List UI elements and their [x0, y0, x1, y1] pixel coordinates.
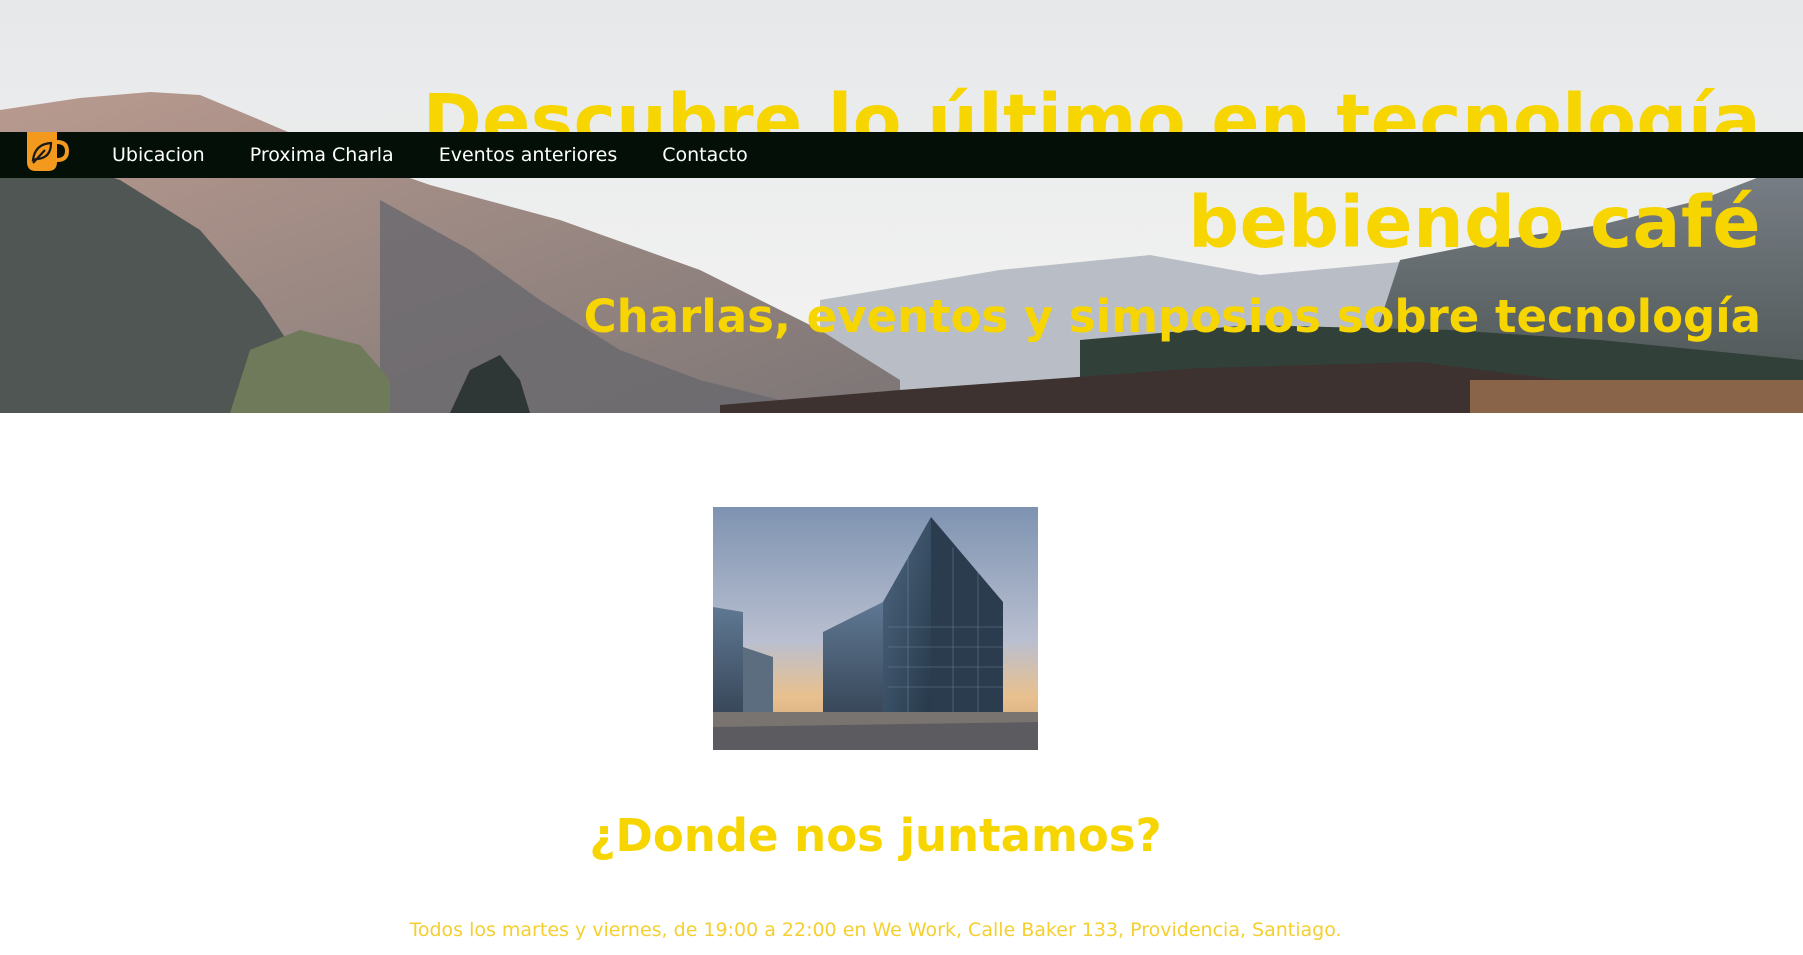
- main-navbar: Ubicacion Proxima Charla Eventos anterio…: [0, 132, 1803, 178]
- location-heading: ¿Donde nos juntamos?: [589, 809, 1162, 862]
- nav-link-ubicacion[interactable]: Ubicacion: [112, 132, 205, 178]
- brand-logo[interactable]: [25, 132, 69, 178]
- nav-link-contacto[interactable]: Contacto: [662, 132, 748, 178]
- coffee-mug-leaf-icon: [27, 132, 69, 171]
- building-image: [713, 507, 1038, 750]
- hero-subtitle: Charlas, eventos y simposios sobre tecno…: [583, 290, 1761, 343]
- location-description: Todos los martes y viernes, de 19:00 a 2…: [409, 919, 1342, 941]
- nav-links: Ubicacion Proxima Charla Eventos anterio…: [112, 132, 748, 178]
- nav-link-proxima-charla[interactable]: Proxima Charla: [250, 132, 394, 178]
- nav-link-eventos-anteriores[interactable]: Eventos anteriores: [439, 132, 618, 178]
- hero-banner: Descubre lo último en tecnología bebiend…: [0, 0, 1803, 413]
